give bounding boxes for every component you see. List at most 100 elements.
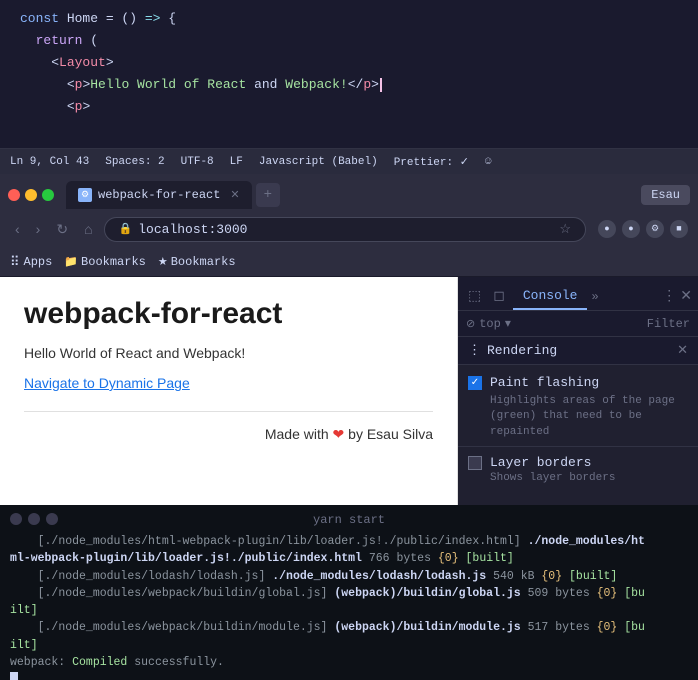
- apps-menu[interactable]: ⠿ Apps: [10, 255, 52, 270]
- paint-flashing-checkbox[interactable]: ✓: [468, 376, 482, 390]
- indent-mode: Spaces: 2: [105, 156, 164, 168]
- terminal-line-6: [./node_modules/webpack/buildin/module.j…: [10, 619, 688, 636]
- tab-favicon: ⚙: [78, 188, 92, 202]
- prettier-status: Prettier: ✓: [394, 155, 469, 169]
- rendering-close-btn[interactable]: ✕: [677, 343, 688, 358]
- bookmarks-bar: ⠿ Apps 📁 Bookmarks ★ Bookmarks: [0, 248, 698, 276]
- page-title: webpack-for-react: [24, 297, 433, 331]
- ext-icon-1[interactable]: ●: [598, 220, 616, 238]
- terminal-dot-2: [28, 513, 40, 525]
- star-bm-icon: ★: [158, 255, 168, 269]
- code-line-3: <Layout>: [0, 52, 698, 74]
- main-area: webpack-for-react Hello World of React a…: [0, 277, 698, 505]
- terminal-line-2: ml-webpack-plugin/lib/loader.js!./public…: [10, 550, 688, 567]
- folder-icon: 📁: [64, 255, 78, 269]
- terminal-line-1: [./node_modules/html-webpack-plugin/lib/…: [10, 533, 688, 550]
- minimize-window-btn[interactable]: [25, 189, 37, 201]
- layer-borders-label: Layer borders: [490, 455, 591, 470]
- terminal-cursor: [10, 672, 18, 680]
- devtools-context-bar: ⊘ top ▾ Filter: [458, 311, 698, 337]
- back-btn[interactable]: ‹: [10, 218, 25, 240]
- console-tab[interactable]: Console: [513, 283, 588, 310]
- browser-chrome: ⚙ webpack-for-react ✕ + Esau ‹ › ↻ ⌂ 🔒 l…: [0, 174, 698, 277]
- layer-borders-item: Layer borders Shows layer borders: [458, 446, 698, 492]
- page-divider: [24, 411, 433, 412]
- browser-tab[interactable]: ⚙ webpack-for-react ✕: [66, 181, 252, 209]
- file-encoding: UTF-8: [181, 156, 214, 168]
- lock-icon: 🔒: [119, 222, 133, 236]
- bookmark-star-icon[interactable]: ☆: [559, 222, 571, 237]
- bookmark-1[interactable]: 📁 Bookmarks: [64, 255, 146, 269]
- home-btn[interactable]: ⌂: [79, 218, 97, 240]
- new-tab-btn[interactable]: +: [256, 183, 280, 207]
- devtools-inspect-icon[interactable]: ◻: [489, 284, 509, 309]
- code-line-5: <p>: [0, 96, 698, 118]
- code-line-2: return (: [0, 30, 698, 52]
- status-bar: Ln 9, Col 43 Spaces: 2 UTF-8 LF Javascri…: [0, 148, 698, 174]
- ext-icon-3[interactable]: ⚙: [646, 220, 664, 238]
- devtools-tab-bar: ⬚ ◻ Console » ⋮ ✕: [458, 277, 698, 311]
- layer-borders-checkbox[interactable]: [468, 456, 482, 470]
- rendering-content: ✓ Paint flashing Highlights areas of the…: [458, 365, 698, 496]
- terminal-line-8: webpack: Compiled successfully.: [10, 654, 688, 671]
- line-ending: LF: [230, 156, 243, 168]
- terminal: yarn start [./node_modules/html-webpack-…: [0, 505, 698, 680]
- cursor-position: Ln 9, Col 43: [10, 156, 89, 168]
- devtools-menu-btn[interactable]: ⋮: [662, 288, 676, 305]
- code-editor: const Home = () => { return ( <Layout> <…: [0, 0, 698, 148]
- rendering-title: Rendering: [487, 343, 557, 358]
- terminal-line-4: [./node_modules/webpack/buildin/global.j…: [10, 585, 688, 602]
- context-dropdown-icon[interactable]: ▾: [505, 316, 511, 331]
- paint-flashing-item: ✓ Paint flashing Highlights areas of the…: [458, 369, 698, 446]
- code-line-1: const Home = () => {: [0, 8, 698, 30]
- user-profile-btn[interactable]: Esau: [641, 185, 690, 205]
- forward-btn[interactable]: ›: [31, 218, 46, 240]
- layer-borders-header: Layer borders: [468, 455, 688, 470]
- terminal-line-7: ilt]: [10, 637, 688, 654]
- terminal-dot-3: [46, 513, 58, 525]
- no-entry-icon: ⊘: [466, 317, 475, 331]
- footer-author: by Esau Silva: [348, 426, 433, 442]
- address-bar[interactable]: 🔒 localhost:3000 ☆: [104, 217, 586, 242]
- apps-grid-icon: ⠿: [10, 255, 20, 270]
- reload-btn[interactable]: ↻: [51, 218, 73, 241]
- tab-bar: ⚙ webpack-for-react ✕ + Esau: [0, 174, 698, 210]
- bookmark-2[interactable]: ★ Bookmarks: [158, 255, 236, 269]
- devtools-close-btn[interactable]: ✕: [680, 288, 692, 305]
- browser-extension-icons: ● ● ⚙ ■: [598, 220, 688, 238]
- tab-close-btn[interactable]: ✕: [230, 188, 239, 202]
- paint-flashing-description: Highlights areas of the page (green) tha…: [468, 394, 688, 440]
- page-body-text: Hello World of React and Webpack!: [24, 345, 433, 361]
- bookmark-1-label: Bookmarks: [81, 255, 146, 269]
- apps-label: Apps: [24, 255, 53, 269]
- terminal-line-3: [./node_modules/lodash/lodash.js] ./node…: [10, 568, 688, 585]
- maximize-window-btn[interactable]: [42, 189, 54, 201]
- terminal-title: yarn start: [313, 513, 385, 527]
- window-controls: [8, 189, 54, 201]
- terminal-line-5: ilt]: [10, 602, 688, 619]
- ext-icon-2[interactable]: ●: [622, 220, 640, 238]
- tab-title: webpack-for-react: [98, 188, 220, 202]
- address-text: localhost:3000: [138, 222, 553, 237]
- page-content: webpack-for-react Hello World of React a…: [0, 277, 458, 505]
- ext-icon-4[interactable]: ■: [670, 220, 688, 238]
- rendering-drag-icon: ⋮: [468, 343, 481, 358]
- context-label: top: [479, 317, 501, 331]
- terminal-dot-1: [10, 513, 22, 525]
- filter-label[interactable]: Filter: [647, 317, 690, 331]
- bookmark-2-label: Bookmarks: [171, 255, 236, 269]
- paint-flashing-header: ✓ Paint flashing: [468, 375, 688, 390]
- nav-bar: ‹ › ↻ ⌂ 🔒 localhost:3000 ☆ ● ● ⚙ ■: [0, 210, 698, 248]
- devtools-cursor-icon[interactable]: ⬚: [464, 284, 485, 309]
- language-mode: Javascript (Babel): [259, 156, 378, 168]
- navigate-link[interactable]: Navigate to Dynamic Page: [24, 375, 433, 391]
- paint-flashing-label: Paint flashing: [490, 375, 599, 390]
- footer-text: Made with: [265, 426, 329, 442]
- more-tabs-chevron[interactable]: »: [591, 290, 598, 304]
- close-window-btn[interactable]: [8, 189, 20, 201]
- devtools-panel: ⬚ ◻ Console » ⋮ ✕ ⊘ top ▾ Filter ⋮ Rende…: [458, 277, 698, 505]
- page-footer: Made with ❤ by Esau Silva: [24, 426, 433, 443]
- layer-borders-description: Shows layer borders: [468, 472, 688, 484]
- rendering-tab-header: ⋮ Rendering ✕: [458, 337, 698, 365]
- checkmark-icon: ✓: [471, 377, 479, 389]
